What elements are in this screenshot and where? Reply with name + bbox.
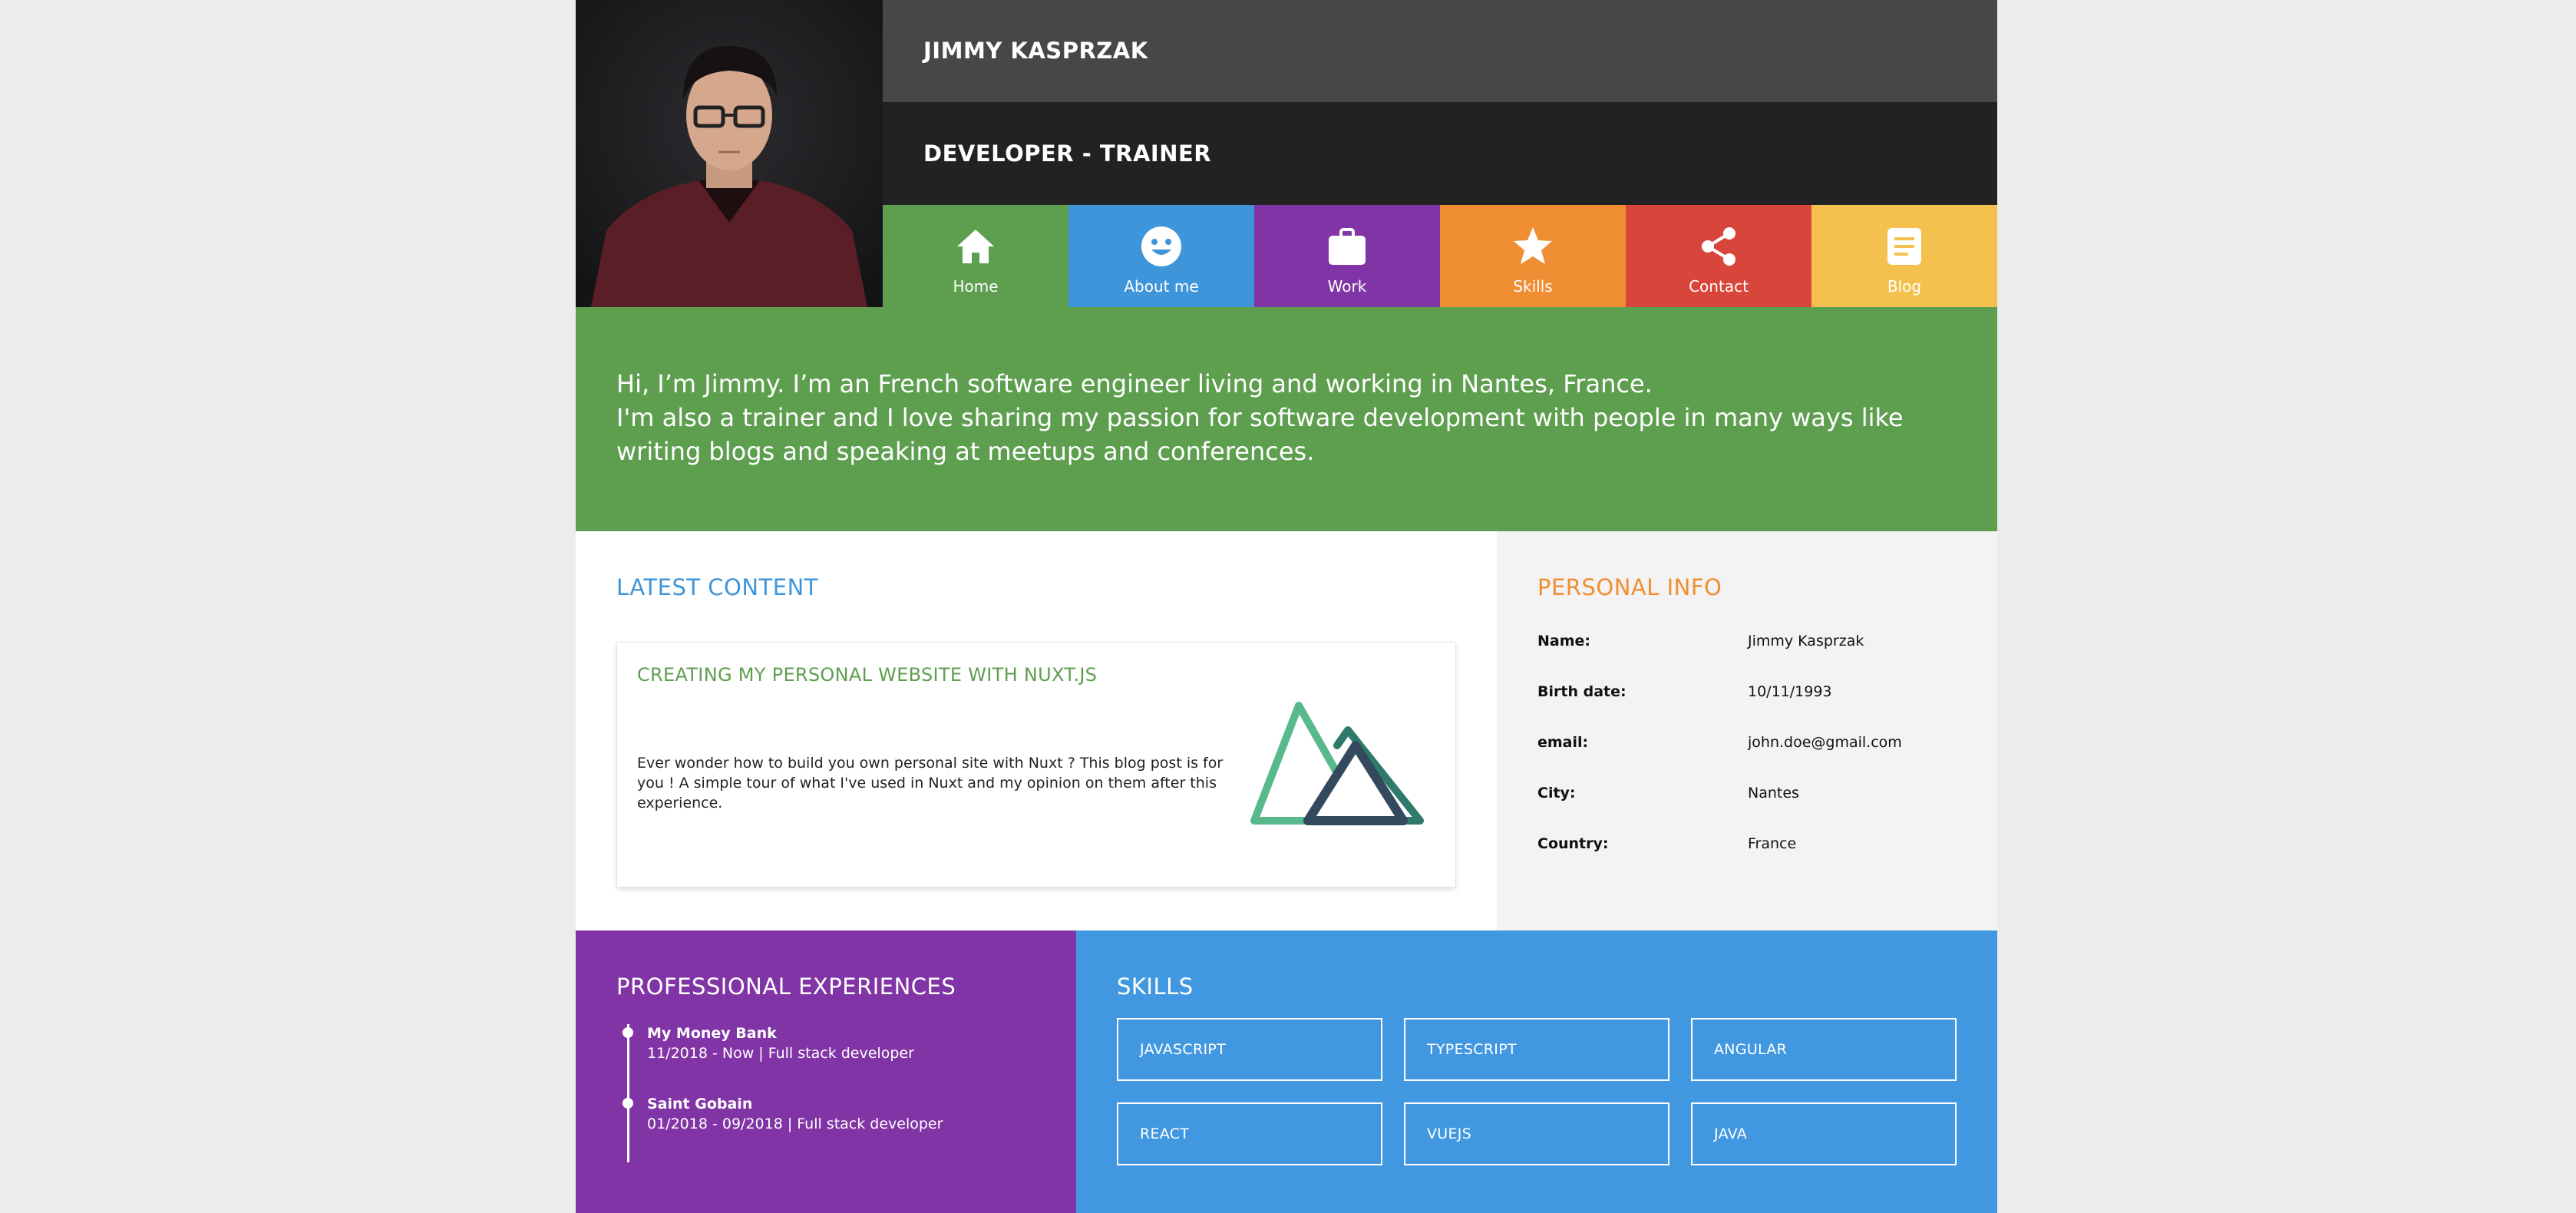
- info-label: City:: [1537, 785, 1576, 802]
- nav-home-label: Home: [953, 277, 999, 296]
- main-nav: Home About me Work Skills Contact Blog: [883, 205, 1997, 307]
- skill-badge: JAVASCRIPT: [1117, 1018, 1382, 1081]
- intro-line-2: I'm also a trainer and I love sharing my…: [616, 403, 1904, 466]
- info-row-city: City: Nantes: [1537, 785, 1957, 835]
- experience-company: Saint Gobain: [647, 1096, 753, 1112]
- smiley-icon: [1140, 225, 1183, 268]
- skills-section: SKILLS JAVASCRIPT TYPESCRIPT ANGULAR REA…: [1076, 930, 1997, 1213]
- document-icon: [1883, 225, 1926, 268]
- personal-info-list: Name: Jimmy Kasprzak Birth date: 10/11/1…: [1537, 633, 1957, 886]
- profile-photo: [576, 0, 883, 307]
- info-value: France: [1748, 835, 1797, 852]
- timeline-line: [627, 1024, 629, 1162]
- experience-company: My Money Bank: [647, 1025, 777, 1042]
- nuxt-logo-icon: [1247, 696, 1431, 838]
- timeline-dot: [623, 1027, 633, 1038]
- experiences-section: PROFESSIONAL EXPERIENCES My Money Bank 1…: [576, 930, 1076, 1213]
- intro-section: Hi, I’m Jimmy. I’m an French software en…: [576, 307, 1997, 531]
- nav-skills[interactable]: Skills: [1440, 205, 1626, 307]
- personal-info-title: PERSONAL INFO: [1537, 574, 1722, 600]
- nav-blog-label: Blog: [1887, 277, 1922, 296]
- skill-badge: VUEJS: [1404, 1102, 1669, 1165]
- role-heading: DEVELOPER - TRAINER: [883, 102, 1997, 205]
- nav-about[interactable]: About me: [1068, 205, 1254, 307]
- skill-badge: TYPESCRIPT: [1404, 1018, 1669, 1081]
- info-value: 10/11/1993: [1748, 683, 1832, 700]
- blog-post-excerpt: Ever wonder how to build you own persona…: [637, 755, 1224, 811]
- blog-post-card[interactable]: CREATING MY PERSONAL WEBSITE WITH NUXT.J…: [616, 642, 1456, 887]
- experience-item: My Money Bank 11/2018 - Now | Full stack…: [623, 1024, 1035, 1095]
- nav-home[interactable]: Home: [883, 205, 1068, 307]
- nav-blog[interactable]: Blog: [1811, 205, 1997, 307]
- briefcase-icon: [1326, 225, 1369, 268]
- info-row-email: email: john.doe@gmail.com: [1537, 734, 1957, 785]
- home-icon: [954, 225, 997, 268]
- skills-grid: JAVASCRIPT TYPESCRIPT ANGULAR REACT VUEJ…: [1117, 1018, 1957, 1165]
- latest-content-title: LATEST CONTENT: [616, 574, 819, 600]
- nav-contact-label: Contact: [1689, 277, 1749, 296]
- experience-timeline: My Money Bank 11/2018 - Now | Full stack…: [616, 1024, 1035, 1165]
- info-label: Country:: [1537, 835, 1609, 852]
- intro-line-1: Hi, I’m Jimmy. I’m an French software en…: [616, 369, 1653, 398]
- info-value: john.doe@gmail.com: [1748, 734, 1902, 751]
- experience-item: Saint Gobain 01/2018 - 09/2018 | Full st…: [623, 1095, 1035, 1165]
- blog-post-title[interactable]: CREATING MY PERSONAL WEBSITE WITH NUXT.J…: [637, 664, 1435, 686]
- nav-work[interactable]: Work: [1254, 205, 1440, 307]
- page: JIMMY KASPRZAK DEVELOPER - TRAINER Home …: [576, 0, 1997, 1213]
- timeline-dot: [623, 1098, 633, 1109]
- nav-work-label: Work: [1327, 277, 1367, 296]
- nav-about-label: About me: [1124, 277, 1199, 296]
- info-label: Birth date:: [1537, 683, 1627, 700]
- star-icon: [1511, 225, 1554, 268]
- name-heading: JIMMY KASPRZAK: [883, 0, 1997, 102]
- skills-title: SKILLS: [1117, 973, 1194, 1000]
- info-label: email:: [1537, 734, 1589, 751]
- skill-badge: JAVA: [1691, 1102, 1957, 1165]
- info-row-country: Country: France: [1537, 835, 1957, 886]
- experience-period: 01/2018 - 09/2018 | Full stack developer: [647, 1115, 943, 1132]
- info-value: Nantes: [1748, 785, 1799, 802]
- skill-badge: ANGULAR: [1691, 1018, 1957, 1081]
- personal-info-section: PERSONAL INFO Name: Jimmy Kasprzak Birth…: [1497, 531, 1997, 930]
- share-icon: [1697, 225, 1740, 268]
- nav-skills-label: Skills: [1513, 277, 1553, 296]
- info-label: Name:: [1537, 633, 1591, 649]
- info-row-name: Name: Jimmy Kasprzak: [1537, 633, 1957, 683]
- latest-content-section: LATEST CONTENT CREATING MY PERSONAL WEBS…: [576, 531, 1497, 930]
- info-row-birth-date: Birth date: 10/11/1993: [1537, 683, 1957, 734]
- experience-period: 11/2018 - Now | Full stack developer: [647, 1045, 914, 1062]
- info-value: Jimmy Kasprzak: [1748, 633, 1864, 649]
- experiences-title: PROFESSIONAL EXPERIENCES: [616, 973, 956, 1000]
- skill-badge: REACT: [1117, 1102, 1382, 1165]
- nav-contact[interactable]: Contact: [1626, 205, 1811, 307]
